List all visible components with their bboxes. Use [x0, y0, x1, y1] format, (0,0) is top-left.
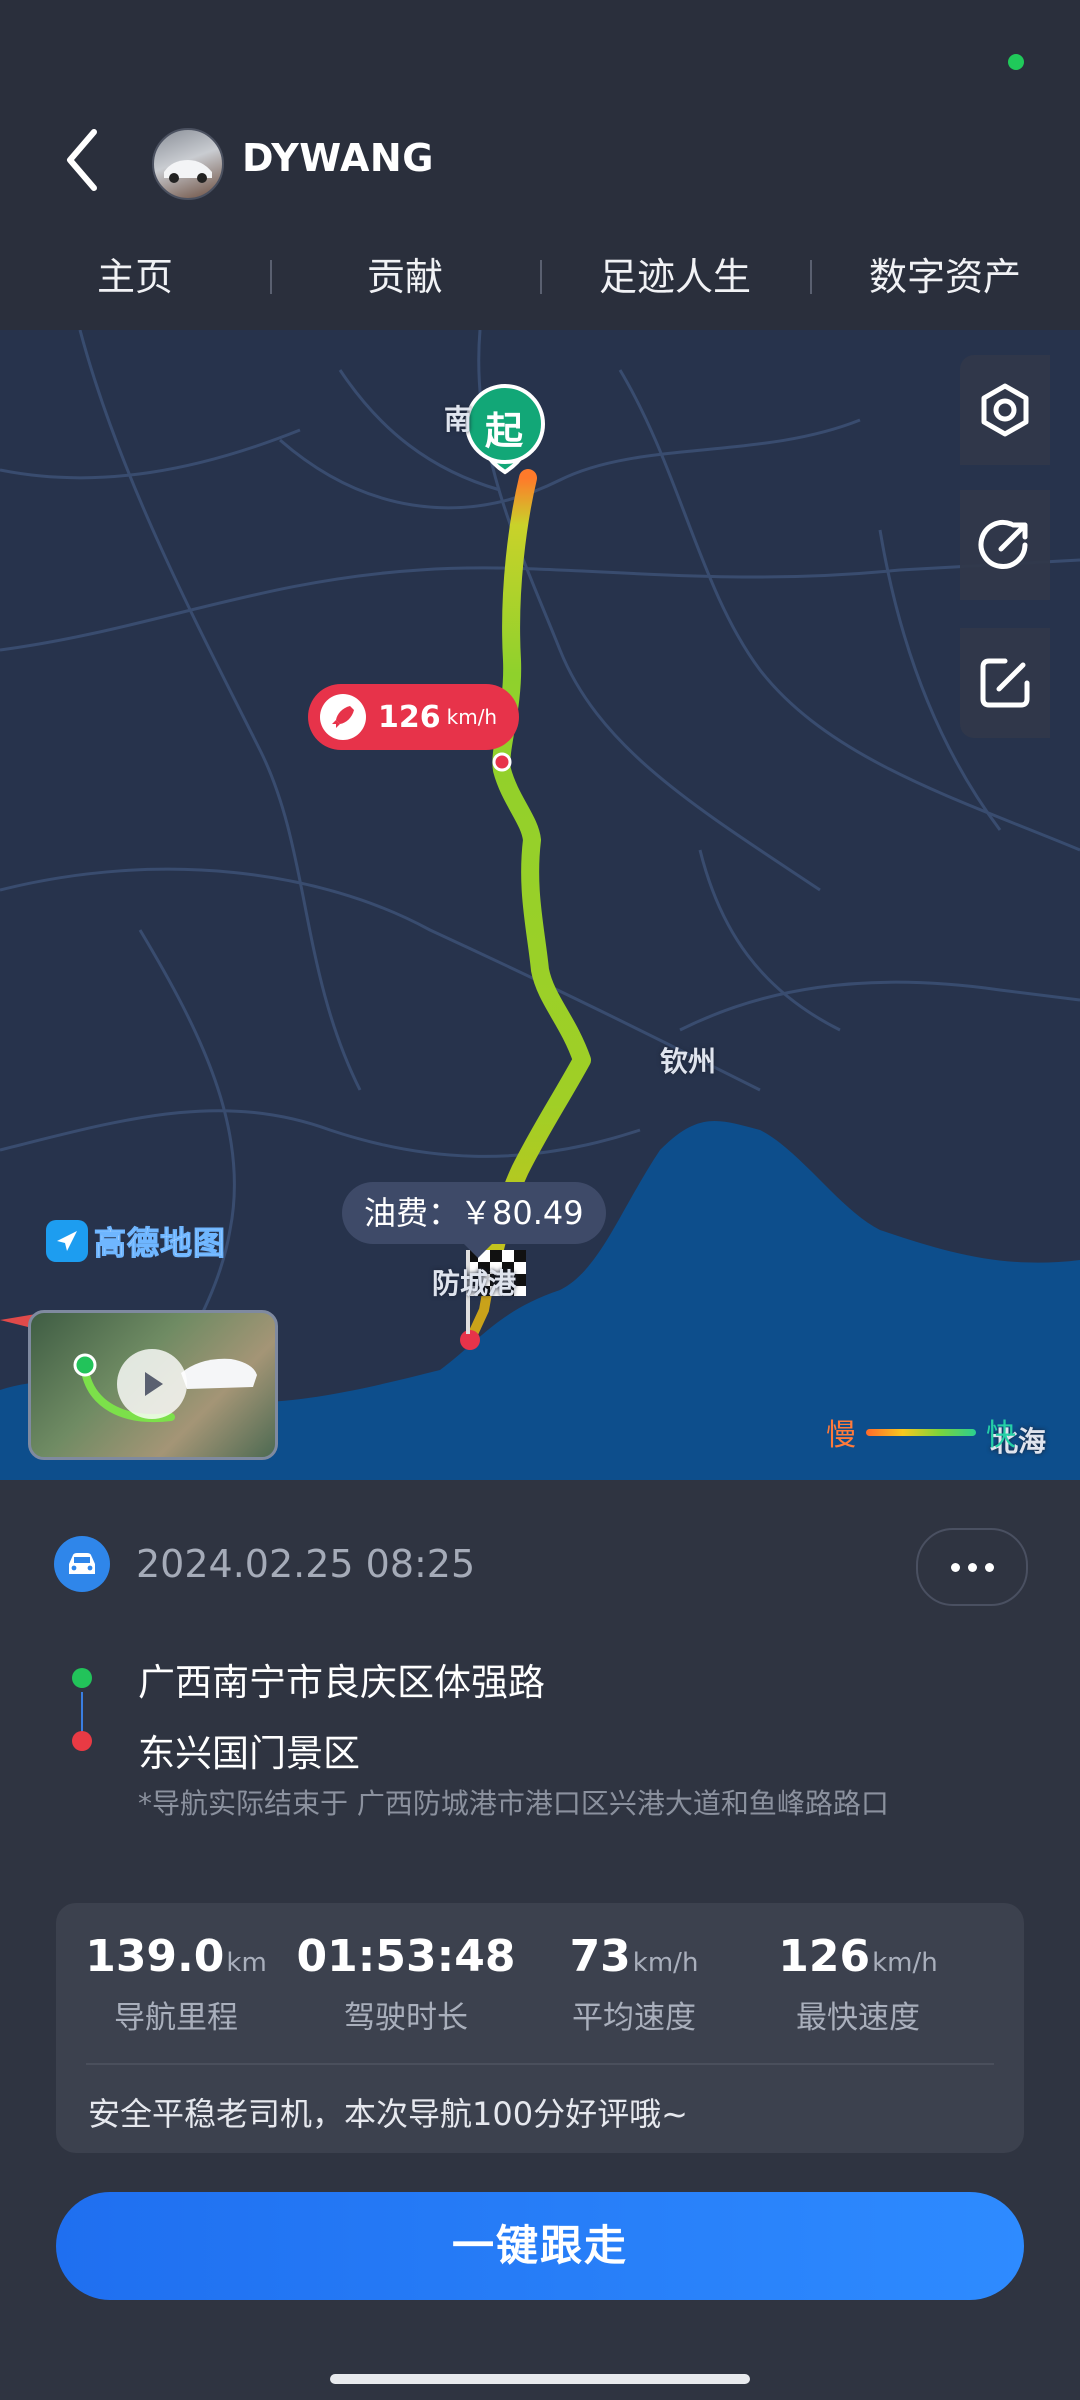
legend-gradient-bar — [866, 1428, 976, 1436]
tab-bar: 主页 贡献 足迹人生 数字资产 — [0, 240, 1080, 314]
end-address: 东兴国门景区 — [138, 1732, 360, 1775]
tab-contribution[interactable]: 贡献 — [270, 240, 540, 314]
fuel-cost-badge: 油费：￥80.49 — [342, 1182, 606, 1258]
stat-distance: 139.0km 导航里程 — [56, 1931, 296, 2037]
city-label-fangchenggang: 防城港 — [432, 1267, 517, 1300]
map-canvas — [0, 330, 1080, 1480]
start-point-icon — [72, 1668, 92, 1688]
route-map[interactable] — [0, 330, 1080, 1480]
route-connector — [81, 1692, 83, 1736]
status-indicator — [1008, 54, 1024, 70]
more-dot-icon — [950, 1562, 960, 1572]
map-settings-button[interactable] — [960, 355, 1050, 465]
end-point-icon — [72, 1731, 92, 1751]
max-speed-badge: 126 km/h — [308, 684, 520, 750]
share-button[interactable] — [960, 490, 1050, 600]
start-address: 广西南宁市良庆区体强路 — [138, 1661, 545, 1704]
stat-max-speed: 126km/h 最快速度 — [738, 1931, 978, 2037]
chevron-left-icon — [67, 129, 97, 191]
avg-speed-unit: km/h — [632, 1948, 699, 1978]
max-speed-label: 最快速度 — [796, 2000, 920, 2036]
more-options-button[interactable] — [916, 1528, 1028, 1606]
car-photo-icon — [164, 160, 212, 183]
speed-legend: 慢 快 — [826, 1410, 1016, 1454]
home-indicator[interactable] — [330, 2374, 750, 2384]
tab-home[interactable]: 主页 — [0, 240, 270, 314]
city-label-nanning: 南 — [444, 403, 473, 436]
driving-comment: 安全平稳老司机，本次导航100分好评哦~ — [88, 2095, 688, 2133]
rocket-icon — [320, 694, 366, 740]
duration-value: 01:53:48 — [296, 1931, 516, 1982]
play-icon — [145, 1372, 163, 1396]
distance-label: 导航里程 — [114, 2000, 238, 2036]
play-button[interactable] — [117, 1349, 187, 1419]
trip-datetime: 2024.02.25 08:25 — [136, 1542, 476, 1586]
one-click-follow-button[interactable]: 一键跟走 — [56, 2192, 1024, 2300]
legend-slow-label: 慢 — [826, 1418, 856, 1453]
avg-speed-label: 平均速度 — [572, 2000, 696, 2036]
trip-stats-card: 139.0km 导航里程 01:53:48 驾驶时长 73km/h 平均速度 1… — [56, 1903, 1024, 2153]
amap-logo-text: 高德地图 — [93, 1224, 227, 1263]
share-icon — [978, 520, 1028, 569]
stat-duration: 01:53:48 驾驶时长 — [286, 1931, 526, 2037]
settings-icon — [981, 383, 1029, 437]
max-speed-stat-value: 126 — [778, 1931, 871, 1982]
start-marker-label: 起 — [485, 409, 524, 453]
max-speed-value: 126 — [378, 699, 441, 735]
distance-unit: km — [226, 1948, 267, 1978]
avg-speed-value: 73 — [569, 1931, 631, 1982]
route-video-thumbnail[interactable] — [28, 1310, 278, 1460]
edit-button[interactable] — [960, 628, 1050, 738]
more-dot-icon — [967, 1562, 977, 1572]
max-speed-unit: km/h — [446, 705, 498, 729]
stat-average-speed: 73km/h 平均速度 — [514, 1931, 754, 2037]
edit-icon — [980, 658, 1030, 708]
more-dot-icon — [984, 1562, 994, 1572]
stats-divider — [86, 2063, 994, 2065]
paper-plane-icon — [46, 1220, 88, 1262]
max-speed-stat-unit: km/h — [872, 1948, 938, 1978]
duration-label: 驾驶时长 — [344, 2000, 468, 2036]
back-button[interactable] — [50, 120, 120, 200]
legend-fast-label: 快 — [986, 1418, 1016, 1453]
city-label-qinzhou: 钦州 — [660, 1045, 717, 1078]
tab-digital-assets[interactable]: 数字资产 — [810, 240, 1080, 314]
car-icon — [54, 1536, 110, 1592]
distance-value: 139.0 — [85, 1931, 225, 1982]
amap-logo: 高德地图 — [46, 1218, 226, 1264]
navigation-end-note: *导航实际结束于 广西防城港市港口区兴港大道和鱼峰路路口 — [138, 1787, 889, 1820]
avatar[interactable] — [152, 128, 224, 200]
username: DYWANG — [242, 136, 434, 180]
tab-footprint[interactable]: 足迹人生 — [540, 240, 810, 314]
